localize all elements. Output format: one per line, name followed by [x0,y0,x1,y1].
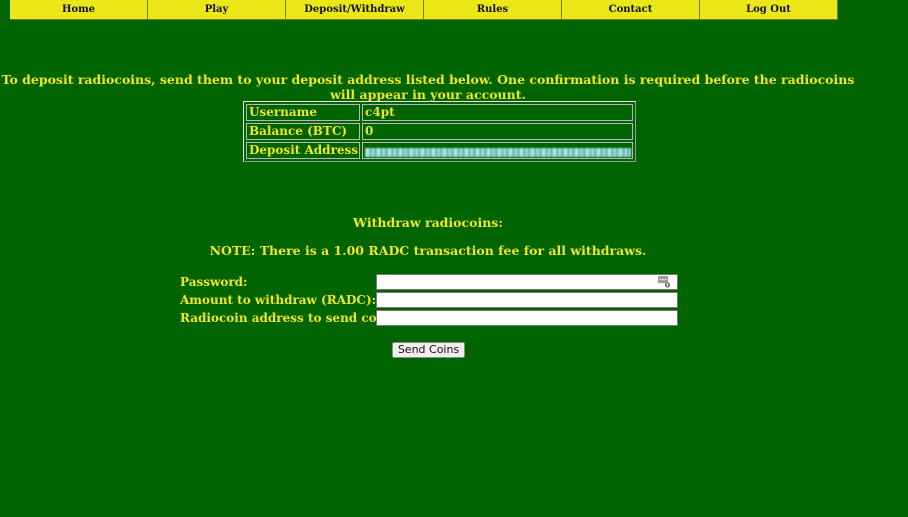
password-manager-key-icon[interactable] [658,276,671,288]
redacted-address [365,147,632,157]
deposit-address-value[interactable] [362,142,634,159]
page: Home Play Deposit/Withdraw Rules Contact… [0,0,908,517]
table-row: Deposit Address [246,142,634,159]
top-nav: Home Play Deposit/Withdraw Rules Contact… [10,0,838,20]
nav-contact[interactable]: Contact [562,0,700,20]
nav-play[interactable]: Play [148,0,286,20]
amount-input[interactable] [376,292,678,308]
balance-value: 0 [362,123,634,140]
account-info-table: Username c4pt Balance (BTC) 0 Deposit Ad… [243,101,637,162]
withdraw-title: Withdraw radiocoins: [353,215,503,230]
address-input[interactable] [376,310,678,326]
nav-rules[interactable]: Rules [424,0,562,20]
password-input[interactable] [376,274,678,290]
send-coins-button[interactable]: Send Coins [392,342,465,358]
deposit-instructions: To deposit radiocoins, send them to your… [1,72,855,102]
table-row: Username c4pt [246,104,634,121]
password-label: Password: [180,275,248,289]
amount-label: Amount to withdraw (RADC): [180,293,377,307]
balance-label: Balance (BTC) [246,123,361,140]
withdraw-fee-note: NOTE: There is a 1.00 RADC transaction f… [209,243,647,258]
nav-deposit-withdraw[interactable]: Deposit/Withdraw [286,0,424,20]
deposit-address-label: Deposit Address [246,142,361,159]
nav-log-out[interactable]: Log Out [700,0,838,20]
table-row: Balance (BTC) 0 [246,123,634,140]
nav-home[interactable]: Home [10,0,148,20]
username-value: c4pt [362,104,634,121]
username-label: Username [246,104,361,121]
